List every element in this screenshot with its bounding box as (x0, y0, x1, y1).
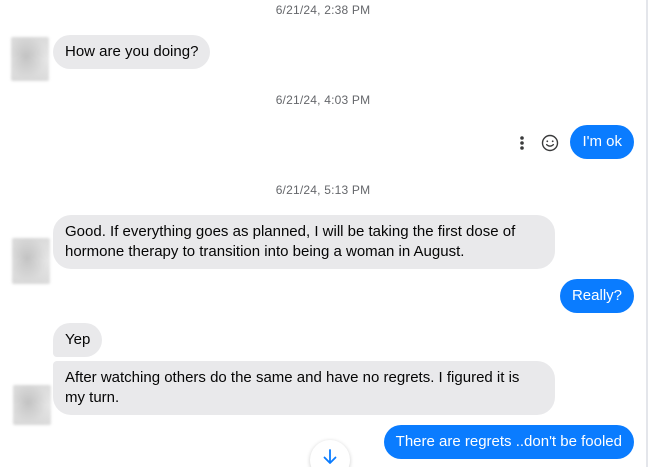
incoming-message[interactable]: Good. If everything goes as planned, I w… (53, 215, 555, 269)
outgoing-message[interactable]: There are regrets ..don't be fooled (383, 425, 634, 459)
contact-avatar[interactable] (12, 238, 50, 284)
timestamp: 6/21/24, 4:03 PM (275, 93, 371, 107)
contact-avatar[interactable] (13, 385, 51, 425)
more-vertical-icon[interactable] (512, 133, 532, 153)
outgoing-message[interactable]: I'm ok (570, 125, 634, 159)
chat-thread[interactable]: 6/21/24, 2:38 PM How are you doing? 6/21… (0, 0, 648, 467)
incoming-message[interactable]: How are you doing? (53, 35, 211, 69)
timestamp: 6/21/24, 5:13 PM (275, 183, 371, 197)
contact-avatar[interactable] (11, 37, 49, 81)
incoming-message[interactable]: After watching others do the same and ha… (53, 361, 555, 415)
scroll-to-bottom-button[interactable] (310, 440, 350, 467)
incoming-message[interactable]: Yep (53, 323, 103, 357)
outgoing-message[interactable]: Really? (559, 279, 634, 313)
smiley-icon[interactable] (540, 133, 560, 153)
timestamp: 6/21/24, 2:38 PM (275, 3, 371, 17)
arrow-down-icon (323, 449, 337, 467)
